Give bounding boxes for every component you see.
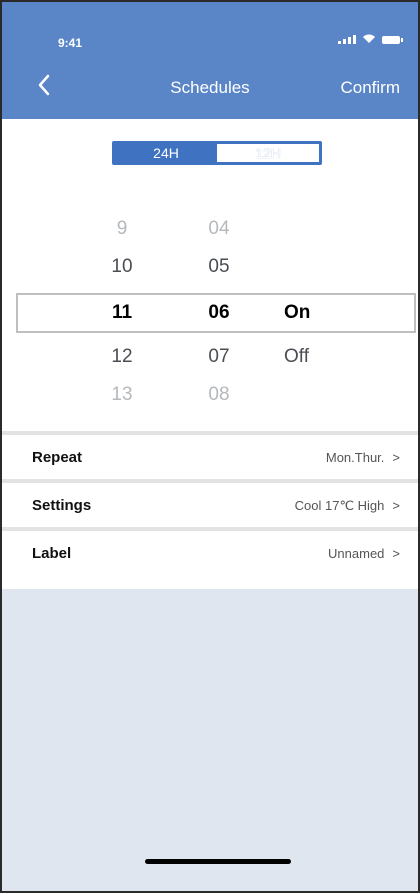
hour-option-selected[interactable]: 11 <box>94 291 150 335</box>
repeat-label: Repeat <box>32 449 83 466</box>
minute-option[interactable]: 05 <box>184 245 254 289</box>
label-value-text: Unnamed <box>328 546 385 561</box>
picker-row-selected: 11 06 On <box>2 291 418 335</box>
repeat-value-text: Mon.Thur. <box>325 450 385 465</box>
settings-label: Settings <box>32 497 92 514</box>
label-value: Unnamed > <box>328 546 400 561</box>
battery-icon <box>382 36 403 44</box>
signal-icon <box>338 34 356 44</box>
time-format-toggle[interactable]: 24H 12H <box>112 141 322 165</box>
settings-row[interactable]: Settings Cool 17℃ High > <box>2 479 418 527</box>
settings-value: Cool 17℃ High > <box>295 498 400 514</box>
header: 9:41 Schedules Confirm <box>2 2 418 119</box>
status-icons <box>338 34 403 44</box>
hour-option[interactable]: 13 <box>94 373 150 417</box>
confirm-button[interactable]: Confirm <box>340 78 400 98</box>
hour-option[interactable]: 10 <box>94 245 150 289</box>
settings-value-text: Cool 17℃ High <box>294 498 385 513</box>
wifi-icon <box>363 34 375 43</box>
label-row[interactable]: Label Unnamed > <box>2 527 418 575</box>
format-12h-option[interactable]: 12H <box>217 144 319 162</box>
schedule-panel: 24H 12H 9 04 10 05 11 06 On 12 07 Off 13… <box>2 119 418 589</box>
label-label: Label <box>32 545 72 562</box>
repeat-value: Mon.Thur. > <box>326 450 400 465</box>
home-indicator[interactable] <box>145 859 291 864</box>
chevron-right-icon: > <box>392 450 400 465</box>
picker-row: 13 08 <box>2 373 418 417</box>
status-time: 9:41 <box>58 36 83 50</box>
repeat-row[interactable]: Repeat Mon.Thur. > <box>2 431 418 479</box>
chevron-right-icon: > <box>392 546 400 561</box>
minute-option[interactable]: 08 <box>184 373 254 417</box>
settings-list: Repeat Mon.Thur. > Settings Cool 17℃ High… <box>2 431 418 575</box>
chevron-right-icon: > <box>392 498 400 513</box>
state-option-selected[interactable]: On <box>284 291 334 335</box>
picker-row: 10 05 <box>2 245 418 289</box>
phone-frame: 9:41 Schedules Confirm 24H 12H 9 04 10 0… <box>0 0 420 893</box>
format-24h-option[interactable]: 24H <box>115 144 217 162</box>
minute-option-selected[interactable]: 06 <box>184 291 254 335</box>
